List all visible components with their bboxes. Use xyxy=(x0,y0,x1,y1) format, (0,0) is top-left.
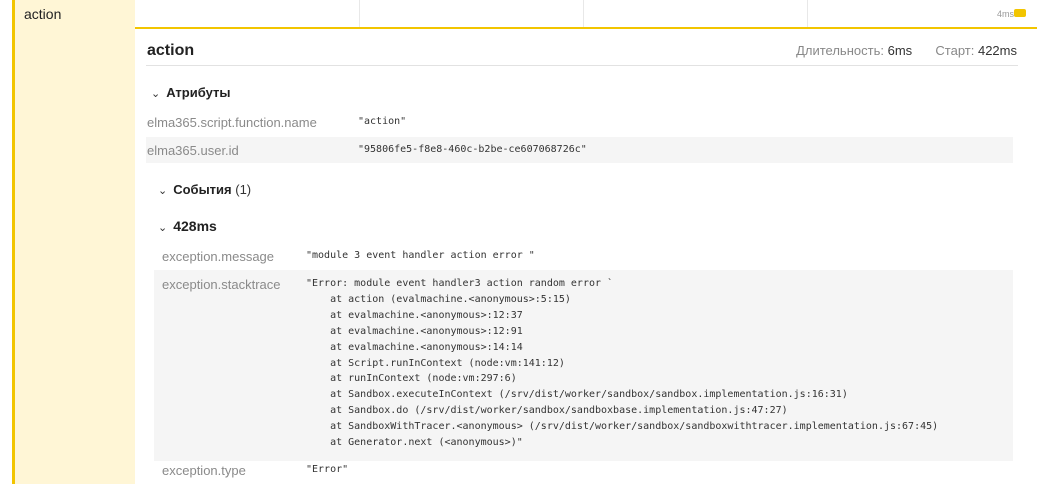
attribute-value: "action" xyxy=(358,116,407,127)
stacktrace-value: "Error: module event handler3 action ran… xyxy=(306,278,939,449)
span-name-column[interactable]: action xyxy=(15,0,135,484)
attribute-key: elma365.script.function.name xyxy=(147,115,317,130)
duration-label: Длительность: xyxy=(796,43,884,58)
attributes-heading: Атрибуты xyxy=(166,85,231,100)
event-attribute-key: exception.type xyxy=(162,463,246,478)
duration-value: 6ms xyxy=(887,43,913,58)
chevron-down-icon: ⌄ xyxy=(158,185,168,197)
attribute-row: elma365.script.function.name "action" xyxy=(146,109,1013,135)
chevron-down-icon: ⌄ xyxy=(158,222,168,234)
events-heading: События xyxy=(173,182,232,197)
start-label: Старт: xyxy=(935,43,975,58)
attribute-key: elma365.user.id xyxy=(147,143,239,158)
event-time: 428ms xyxy=(173,218,217,234)
attribute-value: "95806fe5-f8e8-460c-b2be-ce607068726c" xyxy=(358,144,587,155)
start-value: 422ms xyxy=(977,43,1017,58)
timeline-tick xyxy=(807,0,808,27)
events-count: (1) xyxy=(235,182,252,197)
span-duration-bar[interactable] xyxy=(1014,9,1026,17)
attribute-row: elma365.user.id "95806fe5-f8e8-460c-b2be… xyxy=(146,137,1013,163)
span-meta: Длительность: 6ms Старт: 422ms xyxy=(796,43,1017,58)
timeline-tick xyxy=(583,0,584,27)
events-section-toggle[interactable]: ⌄ События (1) xyxy=(158,182,251,197)
event-attribute-key: exception.stacktrace xyxy=(162,277,281,292)
span-duration-label: 4ms xyxy=(996,9,1014,19)
stacktrace-row: exception.stacktrace "Error: module even… xyxy=(154,270,1013,461)
span-timeline-row[interactable]: 4ms xyxy=(135,0,1037,29)
event-attribute-value: "module 3 event handler action error " xyxy=(306,250,535,261)
event-toggle[interactable]: ⌄ 428ms xyxy=(158,218,217,234)
event-attribute-key: exception.message xyxy=(162,249,275,264)
span-detail-header: action Длительность: 6ms Старт: 422ms xyxy=(146,29,1018,66)
span-name[interactable]: action xyxy=(24,6,61,22)
event-attribute-value: "Error" xyxy=(306,464,349,475)
event-attribute-row: exception.type "Error" xyxy=(154,457,1013,483)
attributes-section-toggle[interactable]: ⌄ Атрибуты xyxy=(151,85,230,100)
span-detail-title: action xyxy=(147,42,195,59)
timeline-tick xyxy=(359,0,360,27)
event-attribute-row: exception.message "module 3 event handle… xyxy=(154,243,1013,269)
chevron-down-icon: ⌄ xyxy=(151,88,161,100)
